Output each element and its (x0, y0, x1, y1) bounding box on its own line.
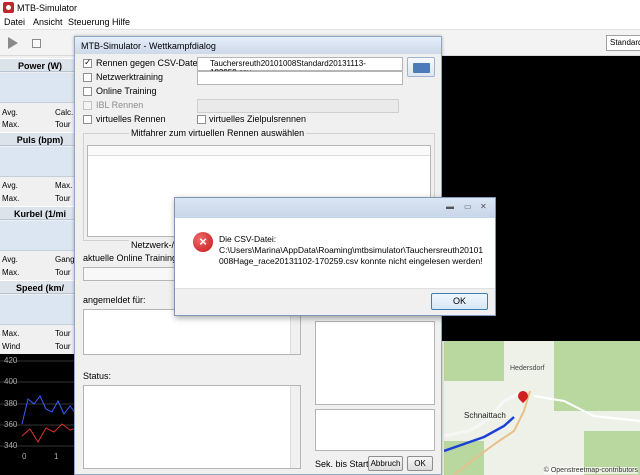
speed-max-label: Max. (2, 329, 20, 338)
power-header: Power (W) (0, 58, 80, 72)
graph-tick-380: 380 (4, 399, 18, 408)
speed-header: Speed (km/ (0, 280, 80, 294)
browse-button[interactable] (407, 57, 435, 77)
chat-box[interactable] (315, 321, 435, 405)
power-avg-label: Avg. (2, 108, 18, 117)
graph-tick-420: 420 (4, 356, 18, 365)
route-map[interactable]: Schnaittach Hedersdorf © Openstreetmap-c… (444, 341, 640, 475)
graph-tick-400: 400 (4, 377, 18, 386)
error-line: C:\Users\Marina\AppData\Roaming\mtbsimul… (219, 245, 484, 255)
mode-select[interactable]: Standard (606, 35, 640, 51)
main-title-bar: MTB-Simulator (0, 0, 640, 16)
seconds-to-start-label: Sek. bis Start.. (315, 459, 374, 469)
speed-wind-label: Wind (2, 342, 21, 351)
network-checkbox[interactable] (83, 73, 92, 82)
crank-gear-label: Gang (55, 255, 75, 264)
virtual-pulse-label: virtuelles Zielpulsrennen (209, 114, 307, 124)
window-controls: ▬ ▭ ✕ (442, 202, 492, 215)
network-field[interactable] (197, 71, 403, 85)
ibl-label: IBL Rennen (96, 100, 144, 110)
error-line: 008Hage_race20131102-170259.csv konnte n… (219, 256, 483, 266)
crank-max-label: Max. (2, 268, 20, 277)
online-trainings-label: aktuelle Online Trainings: (83, 253, 185, 263)
ibl-checkbox[interactable] (83, 101, 92, 110)
power-max-label: Max. (2, 120, 20, 129)
error-icon: × (193, 232, 213, 252)
play-icon[interactable] (8, 37, 18, 49)
riders-list-header (88, 146, 430, 156)
power-graph: 420 400 380 360 340 0 1 (0, 354, 80, 475)
pulse-max-label: Max. (55, 181, 73, 190)
folder-icon (413, 63, 430, 73)
graph-xtick-0: 0 (22, 452, 27, 461)
error-dialog: ▬ ▭ ✕ × Die CSV-Datei: C:\Users\Marina\A… (174, 197, 496, 316)
online-checkbox[interactable] (83, 87, 92, 96)
network-label: Netzwerktraining (96, 72, 164, 82)
menu-hilfe[interactable]: Hilfe (112, 17, 130, 27)
pulse-tour-label: Tour (55, 194, 71, 203)
virtual-pulse-checkbox[interactable] (197, 115, 206, 124)
dialog-title-bar: MTB-Simulator - Wettkampfdialog (75, 37, 441, 54)
message-input[interactable] (315, 409, 435, 451)
map-credit: © Openstreetmap-contributors (543, 467, 638, 474)
virtual-race-checkbox[interactable] (83, 115, 92, 124)
riders-group-title: Mitfahrer zum virtuellen Rennen auswähle… (129, 128, 307, 138)
stop-icon[interactable] (32, 39, 41, 48)
cancel-button[interactable]: Abbruch (368, 456, 403, 471)
dialog-title: MTB-Simulator - Wettkampfdialog (81, 41, 216, 51)
map-label-hedersdorf: Hedersdorf (510, 365, 545, 372)
status-label: Status: (83, 371, 112, 381)
error-title-bar: ▬ ▭ ✕ (175, 198, 495, 218)
virtual-race-label: virtuelles Rennen (96, 114, 166, 124)
app-title: MTB-Simulator (17, 3, 78, 13)
error-body: × Die CSV-Datei: C:\Users\Marina\AppData… (175, 218, 495, 288)
speed-body (0, 295, 80, 325)
dialog-ok-button[interactable]: OK (407, 456, 433, 471)
graph-tick-340: 340 (4, 441, 18, 450)
power-calc-label: Calc. (55, 108, 74, 117)
close-icon[interactable]: ✕ (480, 202, 487, 211)
pulse-header: Puls (bpm) (0, 132, 80, 146)
menu-ansicht[interactable]: Ansicht (33, 17, 63, 27)
power-body (0, 73, 80, 103)
error-line: Die CSV-Datei: (219, 234, 277, 244)
speed-tour-label: Tour (55, 329, 71, 338)
error-footer: OK (175, 288, 495, 315)
crank-header: Kurbel (1/mi (0, 206, 80, 220)
registered-scrollbar[interactable] (290, 310, 300, 354)
crank-avg-label: Avg. (2, 255, 18, 264)
graph-xtick-1: 1 (54, 452, 59, 461)
registered-label: angemeldet für: (83, 295, 146, 305)
menu-steuerung[interactable]: Steuerung (68, 17, 110, 27)
ibl-field[interactable] (197, 99, 399, 113)
crank-body (0, 221, 80, 251)
pulse-max2-label: Max. (2, 194, 20, 203)
speed-tour2-label: Tour (55, 342, 71, 351)
csv-file-field[interactable]: Tauchersreuth20101008Standard20131113-18… (197, 57, 403, 77)
power-tour-label: Tour (55, 120, 71, 129)
crank-tour-label: Tour (55, 268, 71, 277)
csv-race-label: Rennen gegen CSV-Datei (96, 58, 200, 68)
graph-lines (0, 360, 80, 447)
status-scrollbar[interactable] (290, 386, 300, 468)
status-box[interactable] (83, 385, 301, 469)
menu-bar: Datei Ansicht Steuerung Hilfe (0, 16, 640, 30)
graph-tick-360: 360 (4, 420, 18, 429)
minimize-icon[interactable]: ▬ (446, 202, 454, 211)
ok-button[interactable]: OK (431, 293, 488, 310)
app-icon (3, 2, 14, 13)
pulse-body (0, 147, 80, 177)
maximize-icon[interactable]: ▭ (464, 202, 472, 211)
menu-datei[interactable]: Datei (4, 17, 25, 27)
map-roads (444, 390, 640, 475)
pulse-avg-label: Avg. (2, 181, 18, 190)
csv-race-checkbox[interactable] (83, 57, 92, 68)
online-label: Online Training (96, 86, 157, 96)
error-message: Die CSV-Datei: C:\Users\Marina\AppData\R… (219, 234, 487, 267)
map-label-schnaittach: Schnaittach (464, 411, 506, 420)
